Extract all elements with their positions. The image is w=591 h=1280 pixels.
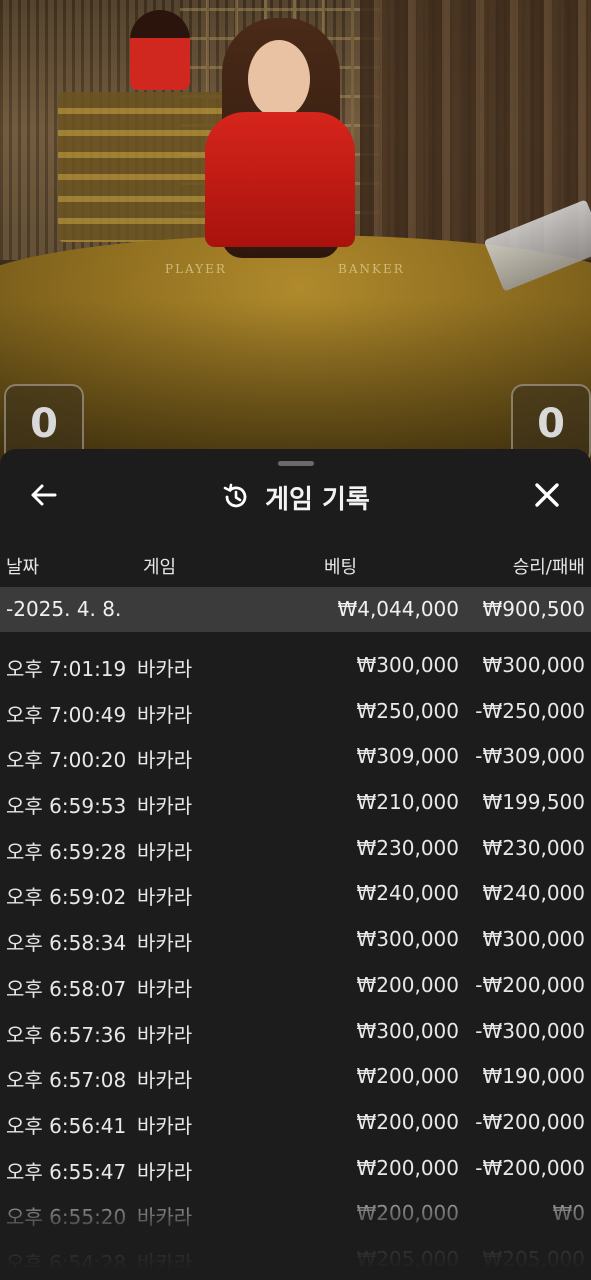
column-header-game: 게임 [143,557,177,578]
panel-title: 게임 기록 [0,471,591,523]
summary-date: -2025. 4. 8. [6,597,122,621]
row-bet: ₩205,000 [356,1246,459,1271]
row-win-loss: ₩199,500 [482,790,585,815]
column-header-date: 날짜 [6,557,40,578]
row-game: 바카라 [137,976,193,1001]
summary-win-loss: ₩900,500 [482,597,585,621]
history-row[interactable]: 오후 6:54:28 바카라 ₩205,000 ₩205,000 [0,1234,591,1280]
drag-handle[interactable] [278,461,314,466]
column-header-bet: 베팅 [324,557,358,578]
row-game: 바카라 [137,794,193,819]
history-row[interactable]: 오후 6:56:41 바카라 ₩200,000 -₩200,000 [0,1097,591,1143]
history-icon [221,482,251,512]
row-win-loss: -₩250,000 [475,698,585,723]
row-time: 오후 6:58:34 [6,931,127,956]
row-bet: ₩300,000 [356,927,459,952]
row-game: 바카라 [137,1068,193,1093]
row-time: 오후 6:55:20 [6,1205,127,1230]
history-row[interactable]: 오후 7:01:19 바카라 ₩300,000 ₩300,000 [0,640,591,686]
row-time: 오후 6:54:28 [6,1250,127,1275]
row-win-loss: ₩300,000 [482,653,585,677]
row-win-loss: ₩300,000 [482,927,585,952]
row-win-loss: -₩309,000 [475,744,585,769]
row-win-loss: -₩300,000 [475,1018,585,1043]
row-bet: ₩210,000 [356,790,459,815]
summary-bet: ₩4,044,000 [337,597,459,621]
dealer-dress [205,112,355,247]
panel-header: 게임 기록 [0,471,591,523]
row-bet: ₩240,000 [356,881,459,906]
history-row[interactable]: 오후 6:58:07 바카라 ₩200,000 -₩200,000 [0,960,591,1006]
row-time: 오후 6:56:41 [6,1113,127,1138]
row-bet: ₩300,000 [356,653,459,677]
arrow-left-icon [30,483,58,511]
history-list: -2025. 4. 8. ₩4,044,000 ₩900,500 오후 7:01… [0,587,591,1280]
row-bet: ₩309,000 [356,744,459,769]
row-game: 바카라 [137,1022,193,1047]
table-label-player: PLAYER [165,262,227,276]
row-win-loss: -₩200,000 [475,972,585,997]
date-summary-row[interactable]: -2025. 4. 8. ₩4,044,000 ₩900,500 [0,587,591,632]
row-bet: ₩200,000 [356,1109,459,1134]
row-time: 오후 7:00:49 [6,702,127,727]
row-win-loss: ₩205,000 [482,1246,585,1271]
row-win-loss: -₩200,000 [475,1109,585,1134]
back-button[interactable] [24,477,64,517]
row-win-loss: ₩230,000 [482,835,585,860]
dealer-face [248,40,310,118]
history-row[interactable]: 오후 7:00:20 바카라 ₩309,000 -₩309,000 [0,731,591,777]
row-game: 바카라 [137,748,193,773]
row-bet: ₩200,000 [356,1201,459,1226]
row-game: 바카라 [137,657,193,681]
row-time: 오후 6:57:36 [6,1022,127,1047]
row-bet: ₩200,000 [356,972,459,997]
row-game: 바카라 [137,1159,193,1184]
row-bet: ₩200,000 [356,1155,459,1180]
row-bet: ₩300,000 [356,1018,459,1043]
history-row[interactable]: 오후 6:55:47 바카라 ₩200,000 -₩200,000 [0,1143,591,1189]
history-row[interactable]: 오후 6:59:53 바카라 ₩210,000 ₩199,500 [0,777,591,823]
row-time: 오후 7:01:19 [6,657,127,681]
row-bet: ₩230,000 [356,835,459,860]
row-game: 바카라 [137,885,193,910]
history-row[interactable]: 오후 7:00:49 바카라 ₩250,000 -₩250,000 [0,686,591,732]
row-win-loss: -₩200,000 [475,1155,585,1180]
history-row[interactable]: 오후 6:59:02 바카라 ₩240,000 ₩240,000 [0,868,591,914]
history-row[interactable]: 오후 6:57:08 바카라 ₩200,000 ₩190,000 [0,1051,591,1097]
row-time: 오후 6:59:28 [6,839,127,864]
close-icon [534,482,560,512]
row-win-loss: ₩0 [552,1201,586,1226]
row-time: 오후 6:59:02 [6,885,127,910]
row-game: 바카라 [137,1205,193,1230]
row-time: 오후 7:00:20 [6,748,127,773]
row-game: 바카라 [137,839,193,864]
row-time: 오후 6:55:47 [6,1159,127,1184]
game-history-panel: 게임 기록 날짜 게임 베팅 승리/패배 -2025. 4. 8. ₩4,044… [0,449,591,1280]
row-time: 오후 6:58:07 [6,976,127,1001]
row-game: 바카라 [137,1113,193,1138]
history-row[interactable]: 오후 6:57:36 바카라 ₩300,000 -₩300,000 [0,1006,591,1052]
close-button[interactable] [527,477,567,517]
row-win-loss: ₩240,000 [482,881,585,906]
row-bet: ₩250,000 [356,698,459,723]
live-video-area: PLAYER BANKER 0 0 [0,0,591,470]
column-header-win-loss: 승리/패배 [512,557,585,578]
row-game: 바카라 [137,1250,193,1275]
row-bet: ₩200,000 [356,1064,459,1089]
scene-shadow [0,300,591,470]
title-text: 게임 기록 [265,484,370,515]
row-game: 바카라 [137,702,193,727]
row-time: 오후 6:57:08 [6,1068,127,1093]
history-row[interactable]: 오후 6:58:34 바카라 ₩300,000 ₩300,000 [0,914,591,960]
history-row[interactable]: 오후 6:59:28 바카라 ₩230,000 ₩230,000 [0,823,591,869]
history-row[interactable]: 오후 6:55:20 바카라 ₩200,000 ₩0 [0,1188,591,1234]
table-label-banker: BANKER [338,262,405,276]
background-dealer [130,10,190,90]
row-win-loss: ₩190,000 [482,1064,585,1089]
row-game: 바카라 [137,931,193,956]
row-time: 오후 6:59:53 [6,794,127,819]
